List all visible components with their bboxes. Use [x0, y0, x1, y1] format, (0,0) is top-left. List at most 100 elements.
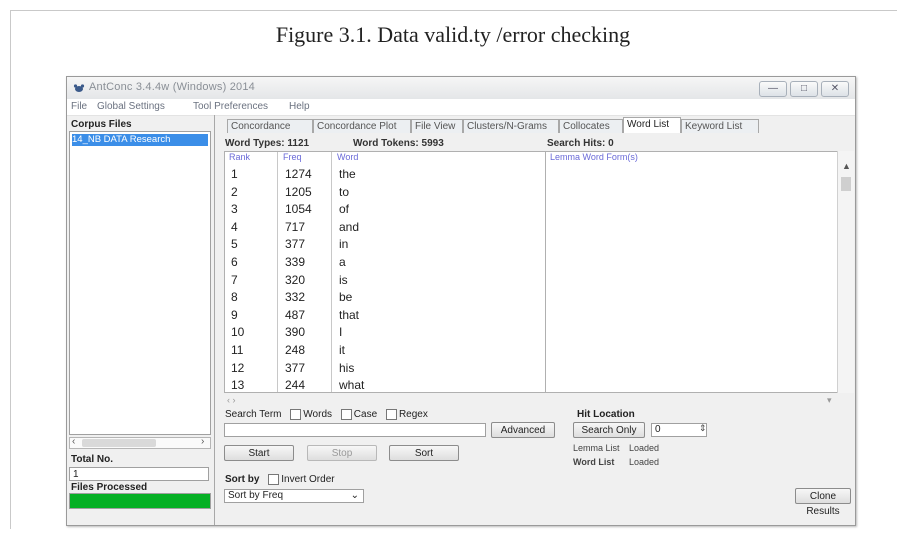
scroll-right-icon[interactable]: › — [201, 436, 204, 447]
search-term-input[interactable] — [224, 423, 486, 437]
maximize-button[interactable]: □ — [790, 81, 818, 97]
tab-concordance-plot[interactable]: Concordance Plot — [313, 119, 411, 133]
freq-header[interactable]: Freq — [283, 152, 302, 163]
total-no-label: Total No. — [71, 454, 114, 465]
word-list-label: Word List — [573, 457, 615, 467]
table-row[interactable]: 4 717 and — [225, 218, 545, 236]
search-only-button[interactable]: Search Only — [573, 422, 645, 438]
menu-global-settings[interactable]: Global Settings — [97, 101, 165, 112]
rank-header[interactable]: Rank — [229, 152, 250, 163]
clone-results-button[interactable]: Clone Results — [795, 488, 851, 517]
files-processed-label: Files Processed — [71, 482, 148, 493]
case-label: Case — [353, 409, 378, 421]
word-cell: his — [339, 360, 355, 375]
regex-checkbox[interactable] — [385, 409, 397, 420]
freq-cell: 339 — [285, 255, 306, 269]
table-scroll-left-icon[interactable]: ‹ › — [227, 395, 236, 405]
table-row[interactable]: 10 390 I — [225, 323, 545, 341]
menu-file[interactable]: File — [71, 101, 87, 112]
freq-cell: 487 — [285, 307, 306, 322]
tab-collocates[interactable]: Collocates — [559, 119, 623, 133]
minimize-button[interactable]: — — [759, 81, 787, 97]
files-processed-progress — [69, 493, 211, 509]
rank-cell: 2 — [231, 184, 238, 199]
rank-cell: 4 — [231, 219, 238, 234]
advanced-button[interactable]: Advanced — [491, 422, 555, 438]
table-row[interactable]: 12 377 his — [225, 359, 545, 377]
table-row[interactable]: 2 1205 to — [225, 183, 545, 201]
app-icon — [73, 84, 85, 92]
close-button[interactable]: ✕ — [821, 81, 849, 97]
word-list-loaded-status: Loaded — [629, 457, 660, 467]
search-term-row: Search Term Words Case Regex — [225, 409, 428, 420]
corpus-file-list[interactable]: 14_NB DATA Research — [69, 131, 211, 435]
pane-divider[interactable] — [214, 115, 215, 525]
table-row[interactable]: 11 248 it — [225, 341, 545, 359]
table-row[interactable]: 8 332 be — [225, 288, 545, 306]
total-no-value: 1 — [69, 467, 209, 481]
tab-file-view[interactable]: File View — [411, 119, 463, 133]
word-list-table[interactable]: Rank Freq Word 1 1274 the 2 1205 to 3 1054 of 4 71… — [224, 151, 546, 393]
word-types-stat: Word Types: 1121 — [225, 138, 310, 149]
freq-cell: 377 — [285, 237, 306, 252]
table-row[interactable]: 3 1054 of — [225, 200, 545, 218]
scroll-left-icon[interactable]: ‹ — [72, 436, 75, 447]
word-header[interactable]: Word — [337, 152, 358, 163]
start-button[interactable]: Start — [224, 445, 294, 461]
corpus-files-label: Corpus Files — [71, 119, 132, 130]
freq-cell: 717 — [285, 219, 306, 234]
scroll-up-icon[interactable]: ▲ — [842, 161, 851, 171]
word-cell: that — [339, 307, 360, 322]
table-scroll-down-icon[interactable]: ▾ — [827, 395, 832, 406]
app-window: AntConc 3.4.4w (Windows) 2014 — □ ✕ File… — [66, 76, 856, 526]
vscroll-thumb[interactable] — [841, 177, 851, 191]
word-tokens-stat: Word Tokens: 5993 — [353, 138, 444, 149]
corpus-file-item[interactable]: 14_NB DATA Research — [72, 134, 208, 146]
rank-cell: 1 — [231, 167, 238, 181]
search-hits-stat: Search Hits: 0 — [547, 138, 614, 149]
words-checkbox[interactable] — [290, 409, 302, 420]
title-bar: AntConc 3.4.4w (Windows) 2014 — □ ✕ — [67, 77, 855, 99]
hit-location-label: Hit Location — [577, 409, 635, 420]
tab-clusters[interactable]: Clusters/N-Grams — [463, 119, 559, 133]
freq-cell: 320 — [285, 272, 306, 287]
table-vscrollbar[interactable]: ▲ — [837, 151, 854, 393]
tab-keyword-list[interactable]: Keyword List — [681, 119, 759, 133]
word-cell: of — [339, 202, 350, 217]
menu-tool-preferences[interactable]: Tool Preferences — [193, 101, 268, 112]
freq-cell: 377 — [285, 360, 306, 375]
rank-cell: 3 — [231, 202, 238, 217]
table-row[interactable]: 6 339 a — [225, 253, 545, 271]
menu-bar: File Global Settings Tool Preferences He… — [67, 99, 855, 116]
table-row[interactable]: 9 487 that — [225, 306, 545, 324]
rank-cell: 6 — [231, 255, 238, 269]
table-row[interactable]: 13 244 what — [225, 376, 545, 392]
case-checkbox[interactable] — [340, 409, 352, 420]
sort-button[interactable]: Sort — [389, 445, 459, 461]
word-cell: be — [339, 290, 353, 305]
corpus-list-hscrollbar[interactable]: ‹ › — [69, 436, 211, 449]
window-title: AntConc 3.4.4w (Windows) 2014 — [89, 81, 255, 93]
rank-cell: 8 — [231, 290, 238, 305]
lemma-loaded-status: Loaded — [629, 443, 660, 453]
sort-by-select[interactable]: Sort by Freq ⌄ — [224, 489, 364, 503]
tab-concordance[interactable]: Concordance — [227, 119, 313, 133]
menu-help[interactable]: Help — [289, 101, 310, 112]
stepper-icon[interactable]: ⇕ — [699, 423, 707, 434]
progress-fill — [70, 494, 210, 508]
rank-cell: 12 — [231, 360, 245, 375]
scroll-thumb[interactable] — [82, 439, 156, 447]
invert-order-checkbox[interactable] — [268, 474, 280, 485]
word-cell: to — [339, 184, 350, 199]
word-cell: it — [339, 343, 345, 357]
lemma-panel[interactable]: Lemma Word Form(s) — [545, 151, 847, 393]
lemma-list-label: Lemma List — [573, 443, 620, 453]
stop-button[interactable]: Stop — [307, 445, 377, 461]
table-row[interactable]: 1 1274 the — [225, 165, 545, 183]
table-row[interactable]: 7 320 is — [225, 271, 545, 289]
rank-cell: 10 — [231, 325, 245, 340]
tab-word-list[interactable]: Word List — [623, 117, 681, 133]
table-row[interactable]: 5 377 in — [225, 235, 545, 253]
chevron-down-icon[interactable]: ⌄ — [351, 490, 359, 502]
search-term-label: Search Term — [225, 409, 282, 421]
